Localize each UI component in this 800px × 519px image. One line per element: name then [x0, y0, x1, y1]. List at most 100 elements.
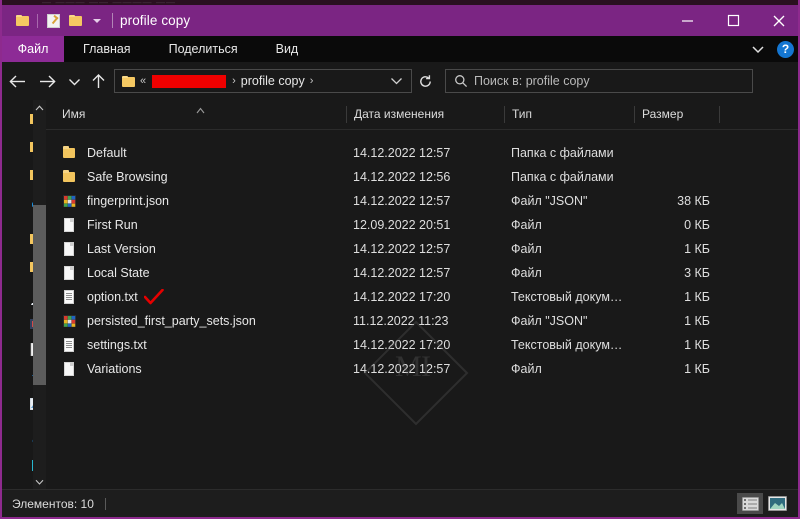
ribbon-right-controls: ?	[747, 36, 798, 62]
address-bar[interactable]: « › profile copy ›	[114, 69, 412, 93]
breadcrumb-separator-1[interactable]: ›	[227, 75, 241, 87]
file-size-cell: 1 КБ	[684, 314, 710, 328]
file-name-label: persisted_first_party_sets.json	[87, 314, 256, 328]
file-name-cell[interactable]: fingerprint.json	[46, 194, 346, 208]
file-name-label: settings.txt	[87, 338, 147, 352]
redacted-path-segment	[152, 74, 227, 88]
column-header-type[interactable]: Тип	[504, 106, 634, 123]
close-button[interactable]	[756, 5, 798, 36]
file-date-cell: 14.12.2022 12:57	[353, 194, 451, 208]
file-name-cell[interactable]: settings.txt	[46, 338, 346, 352]
tab-home[interactable]: Главная	[64, 36, 150, 62]
table-row[interactable]: First Run 12.09.2022 20:51 Файл 0 КБ	[46, 213, 798, 237]
breadcrumb-current-folder[interactable]: profile copy	[241, 74, 305, 88]
refresh-button[interactable]	[412, 69, 439, 93]
search-input[interactable]: Поиск в: profile copy	[474, 74, 590, 88]
blank-file-icon	[62, 218, 77, 232]
breadcrumb-separator-2[interactable]: ›	[305, 75, 319, 87]
tab-file[interactable]: Файл	[2, 36, 64, 62]
file-type-cell: Файл	[511, 266, 542, 280]
qat-divider	[37, 13, 38, 28]
file-date-cell: 14.12.2022 12:57	[353, 146, 451, 160]
file-name-label: First Run	[87, 218, 138, 232]
file-type-cell: Папка с файлами	[511, 170, 614, 184]
file-type-cell: Текстовый докум…	[511, 290, 623, 304]
file-size-cell: 1 КБ	[684, 242, 710, 256]
tab-view[interactable]: Вид	[257, 36, 318, 62]
up-button[interactable]	[86, 62, 110, 100]
help-icon[interactable]: ?	[777, 40, 794, 58]
table-row[interactable]: settings.txt 14.12.2022 17:20 Текстовый до…	[46, 333, 798, 357]
file-list-pane[interactable]: M I Имя Дата изменения Тип Размер Defaul…	[46, 100, 798, 490]
file-date-cell: 12.09.2022 20:51	[353, 218, 451, 232]
table-row[interactable]: Last Version 14.12.2022 12:57 Файл 1 КБ	[46, 237, 798, 261]
folder-icon[interactable]	[11, 8, 33, 34]
table-row[interactable]: Local State 14.12.2022 12:57 Файл 3 КБ	[46, 261, 798, 285]
chevron-down-icon[interactable]	[86, 8, 108, 34]
details-view-icon[interactable]	[737, 493, 763, 514]
navigation-scrollbar[interactable]	[33, 100, 46, 490]
column-header-date[interactable]: Дата изменения	[346, 106, 504, 123]
file-date-cell: 14.12.2022 12:57	[353, 242, 451, 256]
column-header-extra[interactable]	[719, 106, 759, 123]
text-file-icon	[62, 338, 77, 352]
file-date-cell: 14.12.2022 12:57	[353, 266, 451, 280]
column-header-row: Имя Дата изменения Тип Размер	[46, 100, 798, 130]
file-name-cell[interactable]: Last Version	[46, 242, 346, 256]
forward-button[interactable]	[32, 62, 62, 100]
file-date-cell: 14.12.2022 12:56	[353, 170, 451, 184]
back-button[interactable]	[2, 62, 32, 100]
properties-icon[interactable]	[42, 8, 64, 34]
recent-locations-button[interactable]	[62, 62, 86, 100]
file-rows: Default 14.12.2022 12:57 Папка с файлами Sa…	[46, 141, 798, 381]
file-name-cell[interactable]: option.txt	[46, 288, 346, 305]
status-item-count: Элементов: 10	[12, 496, 94, 511]
tab-share[interactable]: Поделиться	[150, 36, 257, 62]
table-row[interactable]: fingerprint.json 14.12.2022 12:57 Файл "JS…	[46, 189, 798, 213]
file-name-cell[interactable]: Safe Browsing	[46, 170, 346, 184]
chevron-up-icon[interactable]	[33, 100, 46, 116]
new-folder-icon[interactable]	[64, 8, 86, 34]
table-row[interactable]: persisted_first_party_sets.json 11.12.202…	[46, 309, 798, 333]
table-row[interactable]: option.txt 14.12.2022 17:20 Текстовый доку…	[46, 285, 798, 309]
blank-file-icon	[62, 242, 77, 256]
search-icon	[454, 74, 468, 88]
search-box[interactable]: Поиск в: profile copy	[445, 69, 753, 93]
minimize-button[interactable]	[664, 5, 710, 36]
file-name-label: Safe Browsing	[87, 170, 168, 184]
file-size-cell: 1 КБ	[684, 290, 710, 304]
file-size-cell: 38 КБ	[677, 194, 710, 208]
file-name-label: Variations	[87, 362, 142, 376]
file-name-cell[interactable]: Local State	[46, 266, 346, 280]
address-toolbar: « › profile copy › Поиск в: profile copy	[2, 62, 798, 100]
chevron-down-icon[interactable]	[390, 72, 403, 90]
file-date-cell: 11.12.2022 11:23	[353, 314, 449, 328]
chevron-down-icon[interactable]	[747, 38, 769, 60]
chevron-down-icon[interactable]	[33, 474, 46, 490]
file-name-label: option.txt	[87, 290, 138, 304]
title-divider	[112, 13, 113, 28]
file-name-cell[interactable]: persisted_first_party_sets.json	[46, 314, 346, 328]
navigation-scrollbar-thumb[interactable]	[33, 205, 46, 385]
file-name-cell[interactable]: Variations	[46, 362, 346, 376]
maximize-button[interactable]	[710, 5, 756, 36]
file-size-cell: 1 КБ	[684, 362, 710, 376]
table-row[interactable]: Safe Browsing 14.12.2022 12:56 Папка с фай…	[46, 165, 798, 189]
title-bar: profile copy	[2, 5, 798, 36]
folder-icon	[62, 146, 77, 160]
text-file-icon	[62, 290, 77, 304]
large-icons-view-icon[interactable]	[764, 493, 790, 514]
table-row[interactable]: Variations 14.12.2022 12:57 Файл 1 КБ	[46, 357, 798, 381]
file-explorer-window: — ——— —— ———— —— profile copy Файл Главн…	[0, 0, 800, 519]
table-row[interactable]: Default 14.12.2022 12:57 Папка с файлами	[46, 141, 798, 165]
status-divider	[104, 497, 106, 510]
navigation-pane[interactable]	[2, 100, 46, 490]
blank-file-icon	[62, 266, 77, 280]
file-type-cell: Файл	[511, 362, 542, 376]
file-name-cell[interactable]: Default	[46, 146, 346, 160]
file-name-label: Default	[87, 146, 127, 160]
file-size-cell: 0 КБ	[684, 218, 710, 232]
column-header-size[interactable]: Размер	[634, 106, 719, 123]
window-title: profile copy	[120, 13, 191, 28]
file-name-cell[interactable]: First Run	[46, 218, 346, 232]
